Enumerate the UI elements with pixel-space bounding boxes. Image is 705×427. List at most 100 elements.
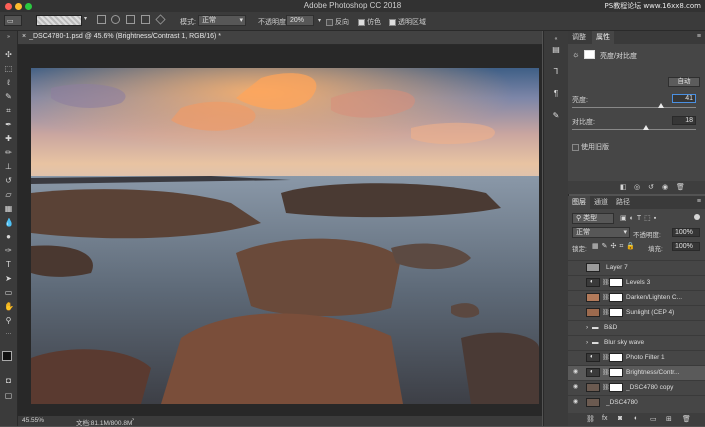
transparency-checkbox[interactable]: 透明区域	[389, 17, 426, 27]
new-layer-icon[interactable]: ⊞	[666, 415, 672, 423]
layer-row[interactable]: ⛓ Sunlight (CEP 4)	[568, 305, 705, 320]
layer-style-icon[interactable]: fx	[602, 415, 607, 422]
lasso-tool-icon[interactable]: ℓ	[4, 78, 13, 87]
visibility-toggle-icon[interactable]	[571, 294, 580, 301]
radial-gradient-icon[interactable]	[111, 15, 120, 24]
contrast-input[interactable]: 18	[672, 116, 696, 125]
zoom-level[interactable]: 45.55%	[22, 417, 44, 424]
layer-opacity-input[interactable]: 100%	[672, 228, 700, 237]
dodge-tool-icon[interactable]: ●	[4, 232, 13, 241]
blend-mode-select[interactable]: 正常 ▾	[572, 227, 630, 238]
layer-kind-filter[interactable]: ⚲ 类型	[572, 213, 614, 224]
reverse-checkbox[interactable]: 反向	[326, 17, 349, 27]
gradient-tool-icon[interactable]: ▦	[4, 204, 13, 213]
fill-input[interactable]: 100%	[672, 242, 700, 251]
visibility-icon[interactable]: ◉	[662, 183, 668, 191]
mode-select[interactable]: 正常 ▾	[198, 15, 246, 26]
eraser-tool-icon[interactable]: ▱	[4, 190, 13, 199]
dither-checkbox[interactable]: 仿色	[358, 17, 381, 27]
visibility-toggle-icon[interactable]: ◉	[571, 384, 580, 391]
tab-properties[interactable]: 属性	[592, 31, 614, 44]
opacity-dropdown-icon[interactable]: ▾	[318, 17, 321, 24]
brightness-slider-track[interactable]	[572, 107, 696, 108]
quick-mask-icon[interactable]: ◘	[4, 376, 13, 385]
opacity-input[interactable]: 20%	[286, 15, 314, 26]
brightness-slider-handle[interactable]	[658, 103, 665, 108]
layer-row[interactable]: ⛓ Darken/Lighten C...	[568, 290, 705, 305]
layer-thumbnail[interactable]	[586, 383, 600, 392]
visibility-toggle-icon[interactable]	[571, 279, 580, 286]
tab-adjustments[interactable]: 调整	[568, 31, 590, 44]
layer-row[interactable]: ◉ ⛓ _DSC4780 copy	[568, 380, 705, 395]
healing-brush-tool-icon[interactable]: ✚	[4, 134, 13, 143]
layer-mask-thumbnail[interactable]	[609, 293, 623, 302]
tab-layers[interactable]: 图层	[568, 196, 590, 209]
foreground-color-swatch[interactable]	[2, 351, 12, 361]
layer-filter-icons[interactable]: ▣◐T⬚▪	[620, 214, 659, 222]
adjustment-layer-icon[interactable]: ◐	[586, 368, 600, 377]
mask-icon[interactable]	[584, 50, 595, 59]
visibility-toggle-icon[interactable]: ◉	[571, 399, 580, 406]
panel-menu-icon[interactable]: ≡	[697, 33, 701, 40]
visibility-toggle-icon[interactable]	[571, 339, 580, 346]
contrast-slider-handle[interactable]	[643, 125, 650, 130]
expand-group-icon[interactable]: ›	[586, 339, 588, 346]
contrast-slider-track[interactable]	[572, 129, 696, 130]
quick-selection-tool-icon[interactable]: ✎	[4, 92, 13, 101]
visibility-toggle-icon[interactable]: ◉	[571, 369, 580, 376]
layer-row[interactable]: › ▬ Blur sky wave	[568, 335, 705, 350]
clone-stamp-tool-icon[interactable]: ⊥	[4, 162, 13, 171]
character-panel-icon[interactable]: Ꞁ	[551, 67, 561, 77]
visibility-toggle-icon[interactable]	[571, 354, 580, 361]
layer-thumbnail[interactable]	[586, 293, 600, 302]
history-panel-icon[interactable]: ▤	[551, 45, 561, 55]
layer-thumbnail[interactable]	[586, 308, 600, 317]
new-adjustment-icon[interactable]: ◐	[634, 415, 638, 422]
diamond-gradient-icon[interactable]	[155, 14, 166, 25]
adjustment-layer-icon[interactable]: ◐	[586, 278, 600, 287]
eyedropper-tool-icon[interactable]: ✒	[4, 120, 13, 129]
blur-tool-icon[interactable]: 💧	[4, 218, 14, 227]
screen-mode-icon[interactable]: ▢	[4, 391, 13, 400]
layer-row[interactable]: ◐ ⛓ Levels 3	[568, 275, 705, 290]
layer-row[interactable]: ◉ ◐ ⛓ Brightness/Contr...	[568, 365, 705, 380]
visibility-toggle-icon[interactable]	[571, 264, 580, 271]
more-tools-icon[interactable]: ···	[4, 330, 13, 339]
visibility-toggle-icon[interactable]	[571, 324, 580, 331]
layer-thumbnail[interactable]	[586, 398, 600, 407]
history-brush-tool-icon[interactable]: ↺	[4, 176, 13, 185]
rectangle-tool-icon[interactable]: ▭	[4, 288, 13, 297]
marquee-tool-icon[interactable]: ⬚	[4, 64, 13, 73]
crop-tool-icon[interactable]: ⌗	[4, 106, 13, 115]
new-group-icon[interactable]: ▭	[650, 415, 657, 423]
view-previous-icon[interactable]: ◎	[634, 183, 640, 191]
path-selection-tool-icon[interactable]: ➤	[4, 274, 13, 283]
layer-mask-thumbnail[interactable]	[609, 368, 623, 377]
tool-preset-picker[interactable]: ▭	[4, 15, 22, 26]
paragraph-panel-icon[interactable]: ¶	[551, 89, 561, 99]
collapse-dock-icon[interactable]: «	[551, 34, 561, 44]
type-tool-icon[interactable]: T	[4, 260, 13, 269]
gradient-dropdown-icon[interactable]: ▾	[84, 15, 87, 26]
adjustment-layer-icon[interactable]: ◐	[586, 353, 600, 362]
filter-toggle-icon[interactable]	[694, 214, 700, 220]
canvas-area[interactable]	[18, 45, 542, 416]
move-tool-icon[interactable]: ✣	[4, 50, 13, 59]
pen-tool-icon[interactable]: ✑	[4, 246, 13, 255]
angle-gradient-icon[interactable]	[126, 15, 135, 24]
collapse-tools-icon[interactable]: »	[4, 33, 13, 42]
delete-adjustment-icon[interactable]: 🗑	[676, 183, 685, 191]
layer-mask-thumbnail[interactable]	[609, 353, 623, 362]
tab-channels[interactable]: 通道	[590, 196, 612, 209]
link-layers-icon[interactable]: ⛓	[586, 415, 595, 423]
visibility-toggle-icon[interactable]	[571, 309, 580, 316]
layer-mask-thumbnail[interactable]	[609, 308, 623, 317]
brightness-input[interactable]: 41	[672, 94, 696, 103]
layer-row[interactable]: Layer 7	[568, 260, 705, 275]
hand-tool-icon[interactable]: ✋	[4, 302, 14, 311]
linear-gradient-icon[interactable]	[97, 15, 106, 24]
status-menu-icon[interactable]: ›	[132, 416, 134, 423]
layer-thumbnail[interactable]	[586, 263, 600, 272]
expand-group-icon[interactable]: ›	[586, 324, 588, 331]
zoom-tool-icon[interactable]: ⚲	[4, 316, 13, 325]
